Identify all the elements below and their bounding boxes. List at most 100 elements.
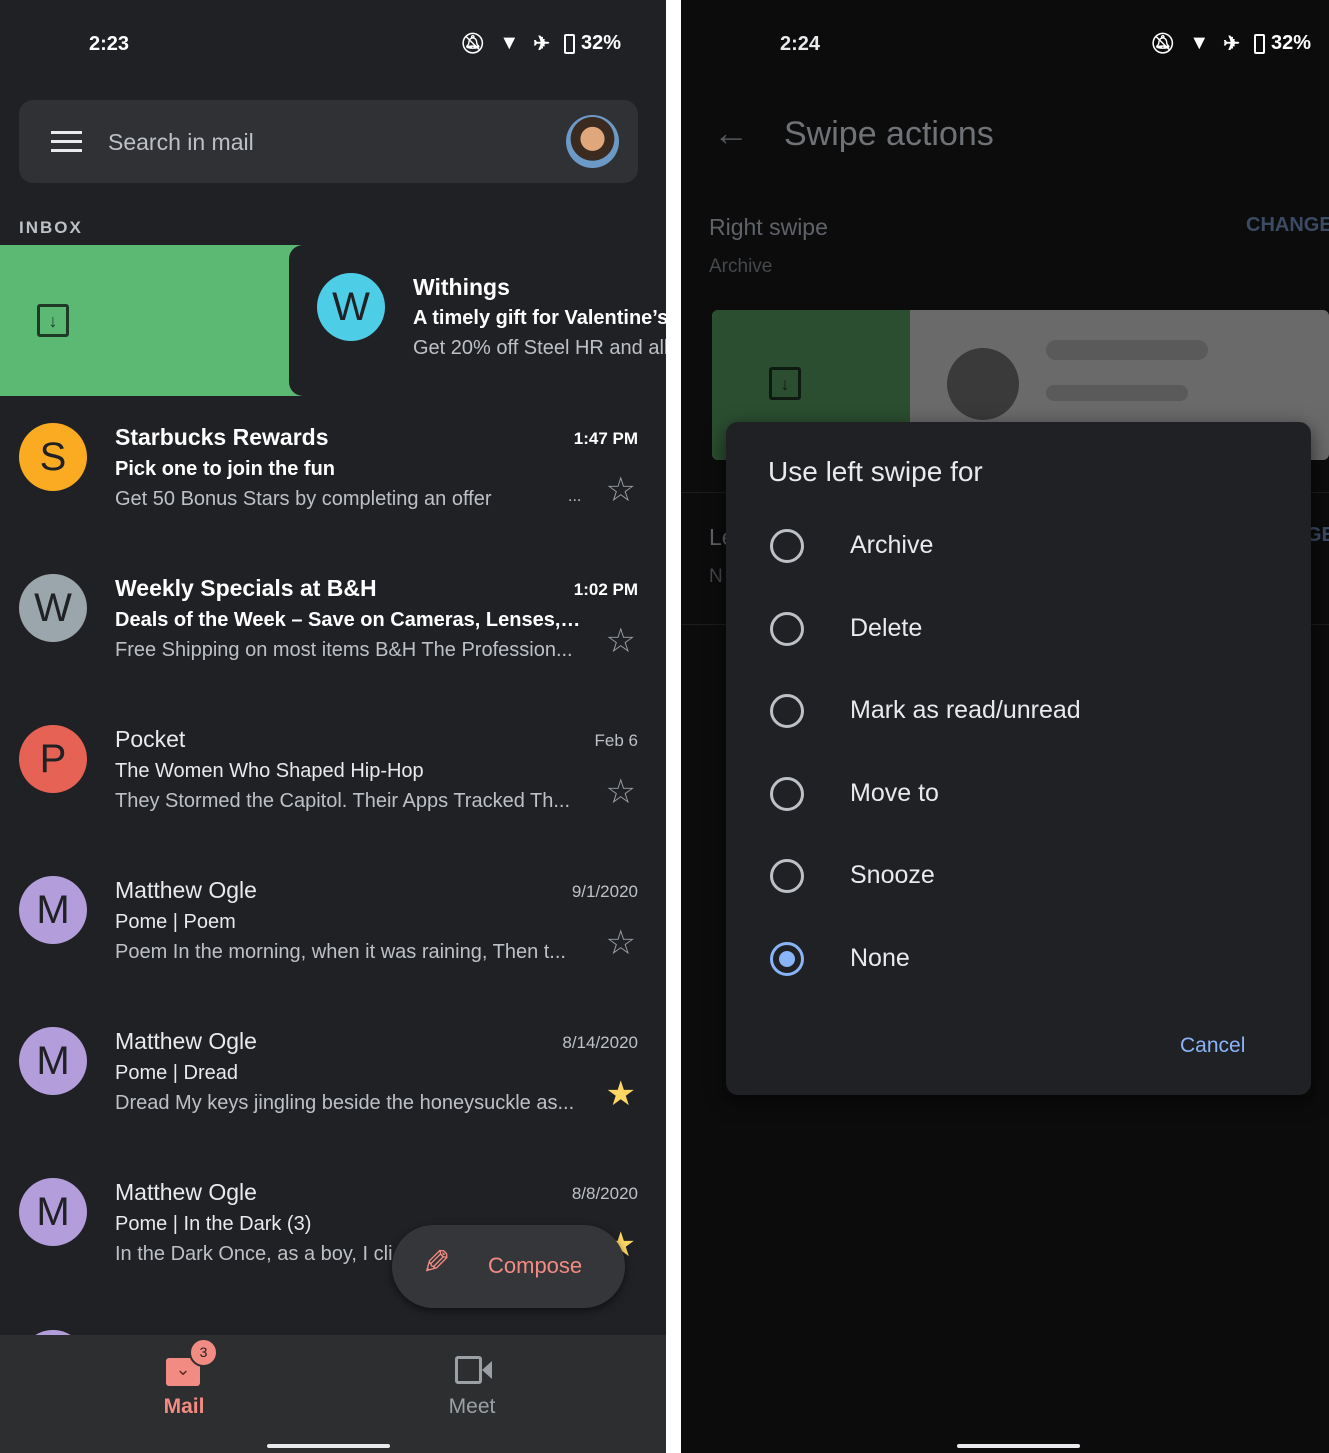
star-filled-icon[interactable]: ★ [606, 1074, 636, 1114]
search-bar[interactable]: Search in mail [19, 100, 638, 183]
page-title: Swipe actions [784, 115, 994, 153]
star-outline-icon[interactable]: ☆ [606, 470, 636, 510]
email-row[interactable]: M Matthew Ogle Pome | Poem Poem In the m… [0, 849, 666, 1000]
wifi-icon: ▼ [499, 32, 520, 54]
more-indicator: ... [568, 488, 582, 505]
option-label: None [850, 943, 910, 972]
star-outline-icon[interactable]: ☆ [606, 923, 636, 963]
radio-button[interactable] [770, 694, 804, 728]
left-swipe-dialog: Use left swipe for Archive Delete Mark a… [726, 422, 1311, 1095]
timestamp: 1:47 PM [573, 429, 638, 448]
timestamp: 8/8/2020 [571, 1184, 638, 1203]
nav-meet-label: Meet [448, 1395, 496, 1418]
search-input[interactable]: Search in mail [108, 129, 254, 156]
subject: Deals of the Week – Save on Cameras, Len… [115, 609, 585, 631]
video-camera-icon [455, 1356, 482, 1384]
battery-level: 32% [1270, 32, 1311, 54]
option-label: Delete [850, 613, 923, 642]
bell-off-icon: 🔕︎ [1150, 33, 1176, 55]
sender: Starbucks Rewards [115, 424, 329, 450]
status-time: 2:23 [89, 33, 130, 55]
avatar: W [19, 574, 87, 642]
email-row[interactable]: P Pocket The Women Who Shaped Hip-Hop Th… [0, 698, 666, 849]
timestamp: 8/14/2020 [562, 1033, 638, 1052]
status-icons: 🔕︎ ▼ ✈︎ 32% [1150, 31, 1311, 56]
compose-label: Compose [488, 1253, 583, 1278]
radio-button[interactable] [770, 776, 804, 811]
email-row[interactable]: S Starbucks Rewards Pick one to join the… [0, 396, 666, 547]
status-time: 2:24 [780, 33, 821, 55]
option-label: Archive [850, 531, 934, 559]
email-row[interactable]: W Weekly Specials at B&H Deals of the We… [0, 547, 666, 698]
avatar: P [19, 725, 87, 793]
person-icon [947, 348, 1019, 420]
option-snooze[interactable]: Snooze [726, 835, 1311, 917]
snippet: Dread My keys jingling beside the honeys… [115, 1092, 575, 1114]
option-none[interactable]: None [726, 918, 1311, 1000]
snippet: Free Shipping on most items B&H The Prof… [115, 639, 573, 661]
radio-button[interactable] [770, 611, 804, 646]
radio-button[interactable] [770, 941, 804, 976]
star-outline-icon[interactable]: ☆ [606, 621, 636, 661]
cancel-button[interactable]: Cancel [1180, 1034, 1245, 1058]
left-swipe-value: N [709, 566, 723, 587]
option-mark-as-read-unread[interactable]: Mark as read/unread [726, 670, 1311, 752]
timestamp: 9/1/2020 [571, 882, 638, 901]
option-label: Mark as read/unread [850, 696, 1081, 724]
avatar: S [19, 423, 87, 491]
option-delete[interactable]: Delete [726, 588, 1311, 670]
right-swipe-change-button[interactable]: CHANGE [1246, 214, 1329, 237]
placeholder-line [1046, 385, 1188, 401]
nav-mail[interactable]: ⌄ 3 Mail [120, 1335, 248, 1435]
option-archive[interactable]: Archive [726, 505, 1311, 587]
avatar: M [19, 876, 87, 944]
radio-button[interactable] [770, 529, 804, 563]
gesture-handle[interactable] [267, 1444, 390, 1448]
subject: The Women Who Shaped Hip-Hop [115, 760, 424, 782]
subject: Pome | Dread [115, 1062, 239, 1084]
video-camera-lens [482, 1361, 492, 1379]
nav-mail-label: Mail [163, 1395, 205, 1418]
sender: Withings [413, 274, 510, 300]
bottom-nav: ⌄ 3 Mail Meet [0, 1335, 666, 1453]
sender: Matthew Ogle [115, 1028, 257, 1054]
avatar: M [19, 1027, 87, 1095]
battery-level: 32% [580, 32, 621, 54]
subject: Pick one to join the fun [115, 458, 335, 480]
snippet: Poem In the morning, when it was raining… [115, 941, 566, 963]
gmail-inbox-screen: 2:23 🔕︎ ▼ ✈︎ 32% Search in mail INBOX ↓ … [0, 0, 666, 1453]
bell-off-icon: 🔕︎ [460, 33, 486, 55]
gesture-handle[interactable] [957, 1444, 1080, 1448]
compose-button[interactable]: ✎ Compose [392, 1225, 625, 1308]
option-label: Move to [850, 778, 939, 807]
dialog-title: Use left swipe for [768, 456, 983, 487]
subject: A timely gift for Valentine’s [413, 307, 666, 329]
menu-icon[interactable] [51, 131, 82, 152]
option-move-to[interactable]: Move to [726, 753, 1311, 835]
battery-icon [563, 33, 575, 54]
subject: Pome | Poem [115, 911, 236, 933]
airplane-icon: ✈︎ [533, 33, 550, 55]
section-label: INBOX [19, 218, 83, 237]
back-arrow-icon[interactable]: ← [713, 112, 749, 154]
snippet: They Stormed the Capitol. Their Apps Tra… [115, 790, 571, 812]
sender: Matthew Ogle [115, 877, 257, 903]
wifi-icon: ▼ [1189, 32, 1210, 54]
placeholder-line [1046, 340, 1208, 360]
battery-icon [1253, 33, 1265, 54]
swiped-email-row[interactable]: W Withings A timely gift for Valentine’s… [289, 245, 666, 396]
snippet: Get 20% off Steel HR and all [413, 337, 666, 359]
sender: Matthew Ogle [115, 1179, 257, 1205]
email-row[interactable]: M Matthew Ogle Pome | Dread Dread My key… [0, 1000, 666, 1151]
pencil-icon: ✎ [422, 1244, 451, 1282]
account-avatar[interactable] [566, 115, 619, 168]
timestamp: Feb 6 [594, 731, 638, 750]
sender: Pocket [115, 726, 186, 752]
option-label: Snooze [850, 861, 935, 889]
avatar: W [317, 273, 385, 341]
right-swipe-value: Archive [709, 256, 773, 277]
nav-meet[interactable]: Meet [408, 1335, 536, 1435]
radio-button[interactable] [770, 859, 804, 893]
star-outline-icon[interactable]: ☆ [606, 772, 636, 812]
snippet: Get 50 Bonus Stars by completing an offe… [115, 488, 492, 510]
